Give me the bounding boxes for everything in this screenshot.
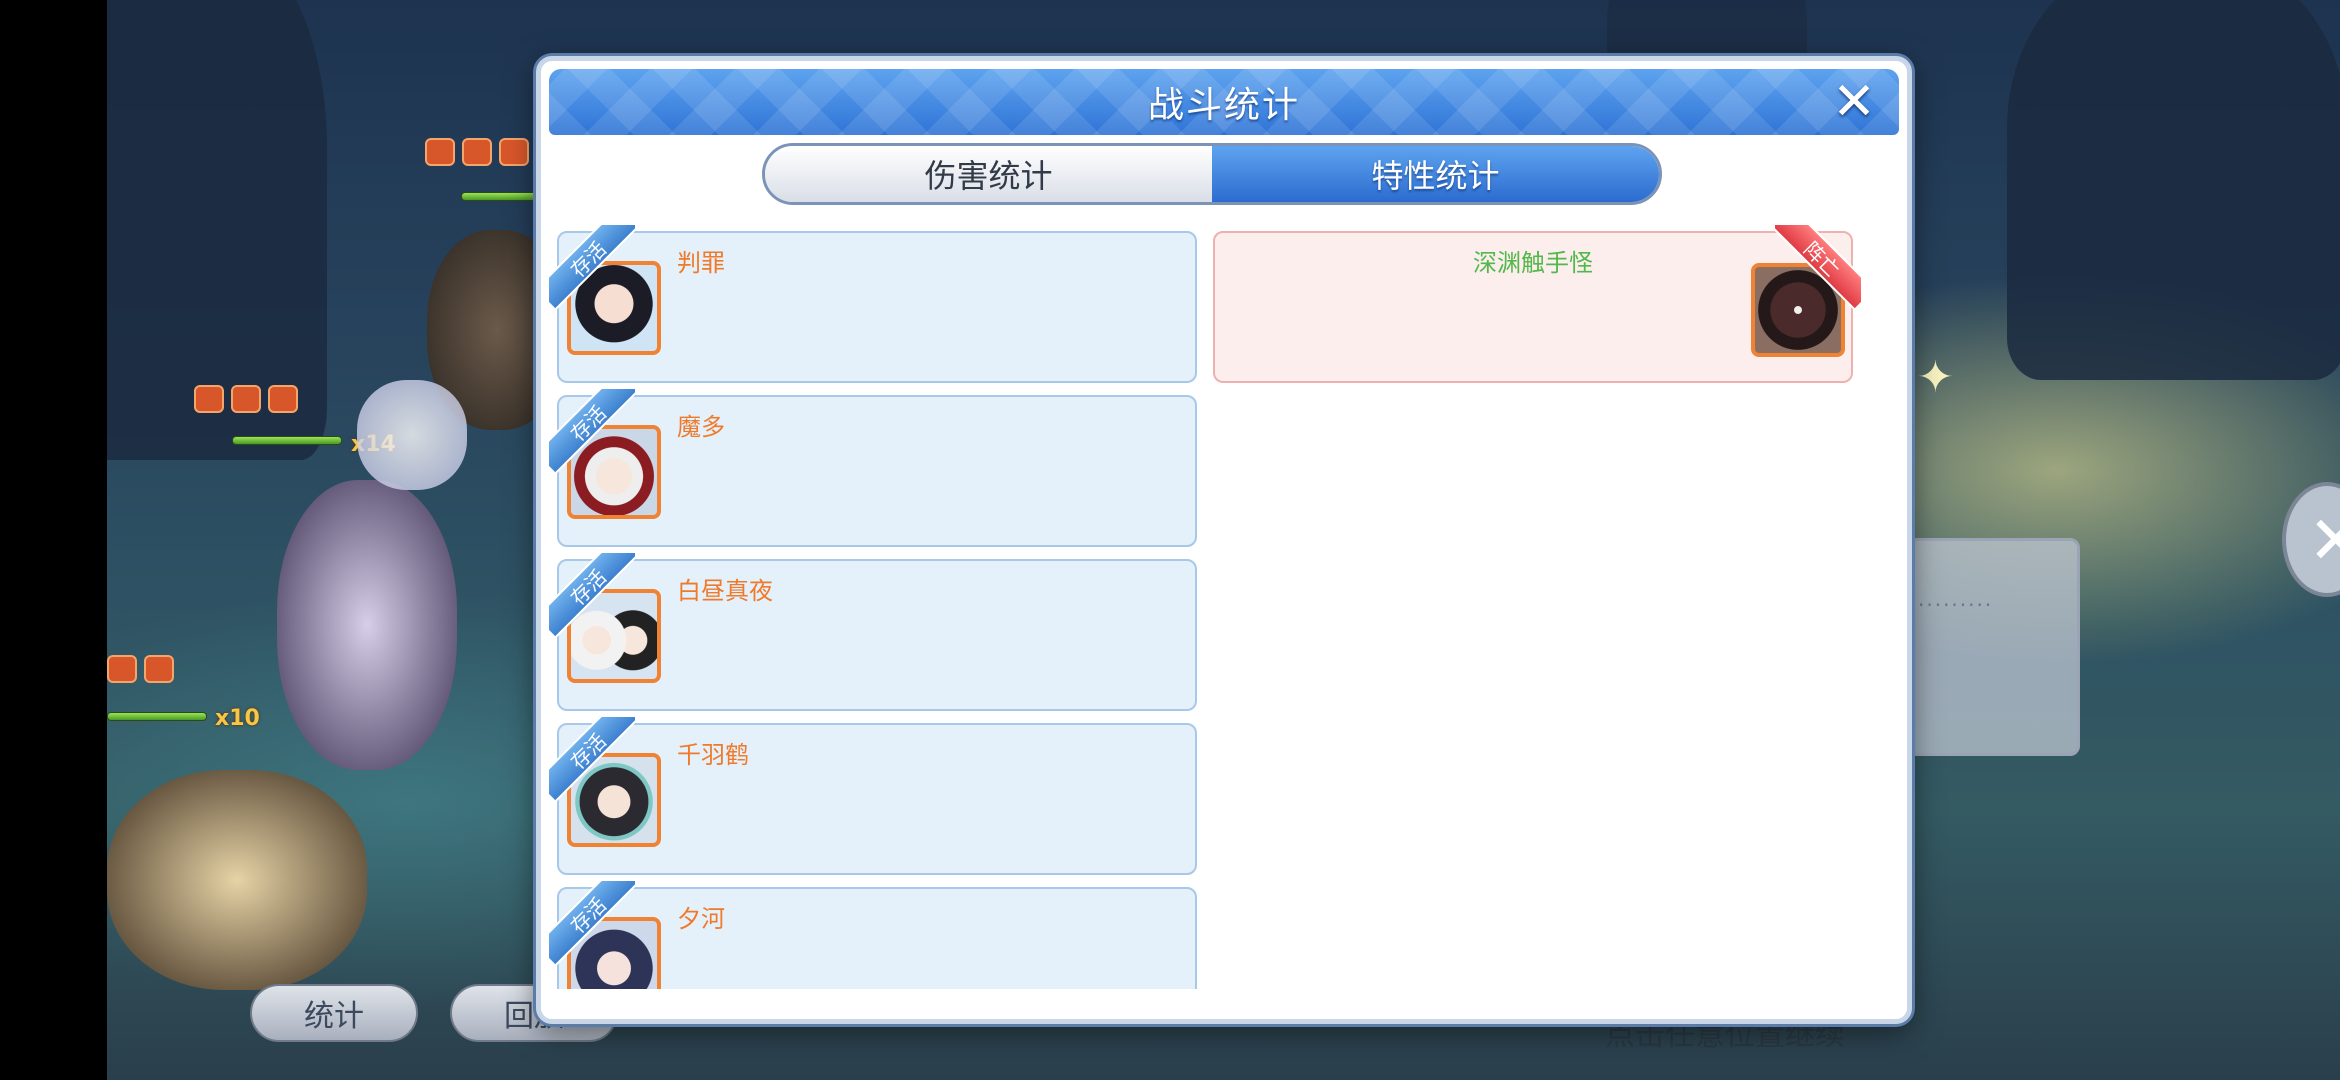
buff-icon bbox=[268, 385, 298, 413]
status-ribbon: 存活 bbox=[549, 717, 635, 803]
buff-icon bbox=[425, 138, 455, 166]
ally-card[interactable]: 存活 判罪 bbox=[549, 225, 1197, 383]
status-ribbon: 存活 bbox=[549, 881, 635, 967]
hp-bar bbox=[461, 192, 541, 201]
buff-icon bbox=[499, 138, 529, 166]
hp-bar bbox=[232, 436, 342, 445]
close-button[interactable]: ✕ bbox=[1829, 72, 1879, 132]
ally-card[interactable]: 存活 夕河 bbox=[549, 881, 1197, 989]
character-name: 深渊触手怪 bbox=[1473, 249, 1593, 277]
buff-icon bbox=[462, 138, 492, 166]
character-name: 魔多 bbox=[677, 413, 725, 441]
status-ribbon: 存活 bbox=[549, 553, 635, 639]
enemy-card[interactable]: 阵亡 深渊触手怪 bbox=[1213, 225, 1861, 383]
dialog-title: 战斗统计 bbox=[1147, 85, 1300, 126]
stats-tabs: 伤害统计 特性统计 bbox=[762, 143, 1662, 205]
status-ribbon: 存活 bbox=[549, 225, 635, 311]
tab-trait-stats[interactable]: 特性统计 bbox=[1212, 146, 1659, 202]
ally-card[interactable]: 存活 千羽鹤 bbox=[549, 717, 1197, 875]
ally-card[interactable]: 存活 魔多 bbox=[549, 389, 1197, 547]
ally-sprite bbox=[357, 380, 467, 490]
character-name: 千羽鹤 bbox=[677, 741, 749, 769]
hp-bar bbox=[107, 712, 207, 721]
close-icon: ✕ bbox=[1832, 72, 1876, 132]
battle-stats-dialog: 战斗统计 ✕ 伤害统计 特性统计 存活 判罪 存活 魔多 存活 白昼真夜 存活 … bbox=[536, 56, 1912, 1024]
side-panel-dots: ········· bbox=[1918, 593, 1994, 617]
buff-icon bbox=[194, 385, 224, 413]
status-ribbon: 存活 bbox=[549, 389, 635, 475]
sparkle-icon: ✦ bbox=[1917, 352, 1954, 403]
ally-card[interactable]: 存活 白昼真夜 bbox=[549, 553, 1197, 711]
stats-button[interactable]: 统计 bbox=[250, 984, 418, 1042]
side-panel: ········· bbox=[1895, 538, 2080, 756]
buff-icon bbox=[144, 655, 174, 683]
close-icon: ✕ bbox=[2308, 502, 2340, 579]
buff-icon bbox=[107, 655, 137, 683]
character-name: 判罪 bbox=[677, 249, 725, 277]
buff-icon bbox=[231, 385, 261, 413]
tree-silhouette bbox=[2007, 0, 2340, 380]
character-name: 夕河 bbox=[677, 905, 725, 933]
buff-multiplier: x10 bbox=[215, 706, 260, 731]
ally-sprite bbox=[107, 770, 367, 990]
ally-sprite bbox=[277, 480, 457, 770]
dialog-header: 战斗统计 ✕ bbox=[549, 69, 1899, 135]
tab-damage-stats[interactable]: 伤害统计 bbox=[765, 146, 1212, 202]
stats-list[interactable]: 存活 判罪 存活 魔多 存活 白昼真夜 存活 千羽鹤 存活 夕河 阵亡 深渊触手… bbox=[541, 221, 1907, 989]
character-name: 白昼真夜 bbox=[677, 577, 773, 605]
